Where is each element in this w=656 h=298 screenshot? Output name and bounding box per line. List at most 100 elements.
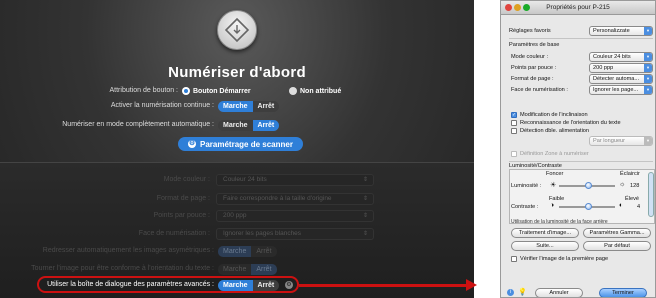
dialog-title: Propriétés pour P-215 — [546, 4, 610, 11]
favoris-label: Réglages favoris — [509, 28, 551, 34]
redresser-label: Redresser automatiquement les images asy… — [42, 247, 214, 254]
dropdown-icon: ⇕ — [362, 213, 368, 219]
mode-couleur-label: Mode couleur : — [163, 176, 210, 183]
scanfirst-settings-panel: Numériser d'abord Attribution de bouton … — [0, 0, 474, 298]
arrow-head-icon — [466, 279, 477, 291]
toggle-off[interactable]: Arrêt — [252, 120, 280, 131]
longueur-select: Par longueur ▾ — [589, 136, 653, 146]
toggle-on[interactable]: Marche — [218, 280, 253, 291]
dropdown-icon: ⇕ — [362, 231, 368, 237]
dropdown-icon: ▾ — [644, 27, 652, 35]
dropdown-icon: ▾ — [644, 64, 652, 72]
lightbulb-icon[interactable]: 💡 — [518, 288, 527, 296]
ppp-label: Points par pouce : — [153, 212, 210, 219]
window-controls — [505, 4, 530, 11]
cut-text: Utilisation de la luminosité de la face … — [511, 219, 608, 223]
scanner-settings-button[interactable]: ⚙ Paramétrage de scanner — [178, 137, 303, 151]
sun-bright-icon: ☼ — [619, 181, 626, 188]
checkbox-alimentation[interactable] — [511, 128, 517, 134]
format-label: Format de page : — [511, 76, 554, 82]
advanced-dialog-toggle[interactable]: Marche Arrêt — [218, 280, 280, 291]
toggle-off[interactable]: Arrêt — [252, 280, 280, 291]
auto-label: Numériser en mode complètement automatiq… — [62, 121, 214, 128]
info-icon[interactable]: i — [507, 289, 514, 296]
contraste-value: 4 — [637, 204, 641, 210]
redresser-toggle: Marche Arrêt — [218, 246, 277, 257]
radio-start-button[interactable]: Bouton Démarrer — [182, 85, 251, 97]
tourner-toggle: Marche Arrêt — [218, 264, 277, 275]
scrollbar[interactable] — [648, 172, 654, 217]
continuous-toggle[interactable]: Marche Arrêt — [218, 101, 280, 112]
face-label: Face de numérisation : — [138, 230, 210, 237]
par-defaut-button[interactable]: Par défaut — [583, 241, 651, 251]
face-select[interactable]: Ignorer les page... ▾ — [589, 85, 653, 95]
radio-unselected-icon — [289, 87, 297, 95]
checkbox-inclinaison[interactable] — [511, 112, 517, 118]
contraste-knob[interactable] — [585, 203, 592, 210]
contrast-low-icon: ◑ — [550, 202, 555, 209]
eleve-label: Élevé — [625, 196, 639, 202]
gear-icon: ⚙ — [188, 140, 196, 148]
ppp-select[interactable]: 200 ppp ▾ — [589, 63, 653, 73]
mode-couleur-select: Couleur 24 bits ⇕ — [216, 174, 374, 186]
attribution-label: Attribution de bouton : — [109, 87, 179, 94]
dropdown-icon: ▾ — [644, 137, 652, 145]
annuler-button[interactable]: Annuler — [535, 288, 583, 297]
luminosite-knob[interactable] — [585, 182, 592, 189]
orientation-label: Reconnaissance de l'orientation du texte — [520, 120, 621, 126]
advanced-dialog-label: Utiliser la boîte de dialogue des paramè… — [47, 281, 214, 288]
alimentation-label: Détection dble. alimentation — [520, 128, 590, 134]
ppp-select: 200 ppp ⇕ — [216, 210, 374, 222]
format-select[interactable]: Détecter automa... ▾ — [589, 74, 653, 84]
page-title: Numériser d'abord — [168, 64, 306, 81]
eclaircir-label: Éclaircir — [620, 171, 640, 177]
dropdown-icon: ⇕ — [362, 196, 368, 202]
divider — [509, 161, 653, 162]
continuous-label: Activer la numérisation continue : — [110, 102, 214, 109]
arrow-line — [299, 284, 469, 287]
checkbox-verifier[interactable] — [511, 256, 517, 262]
format-select: Faire correspondre à la taille d'origine… — [216, 193, 374, 205]
zone-label: Définition Zone à numériser — [520, 151, 589, 157]
face-select: Ignorer les pages blanches ⇕ — [216, 228, 374, 240]
mode-select[interactable]: Couleur 24 bits ▾ — [589, 52, 653, 62]
luminosite-label: Luminosité : — [511, 183, 542, 189]
gamma-button[interactable]: Paramètres Gamma... — [583, 228, 651, 238]
diamond-icon — [224, 17, 250, 43]
radio-not-assigned[interactable]: Non attribué — [289, 85, 341, 97]
contraste-label: Contraste : — [511, 204, 539, 210]
foncer-label: Foncer — [546, 171, 564, 177]
dialog-titlebar: Propriétés pour P-215 — [501, 1, 655, 15]
radio-selected-icon — [182, 87, 190, 95]
traitement-image-button[interactable]: Traitement d'image... — [511, 228, 579, 238]
suite-button[interactable]: Suite... — [511, 241, 579, 251]
minimize-icon[interactable] — [514, 4, 521, 11]
format-label: Format de page : — [156, 195, 210, 202]
close-icon[interactable] — [505, 4, 512, 11]
face-label: Face de numérisation : — [511, 87, 568, 93]
sun-dark-icon: ☀ — [550, 182, 557, 189]
properties-dialog: Propriétés pour P-215 Réglages favoris P… — [500, 0, 656, 298]
zoom-icon[interactable] — [523, 4, 530, 11]
dropdown-icon: ▾ — [644, 53, 652, 61]
dropdown-icon: ⇕ — [362, 177, 368, 183]
toggle-off[interactable]: Arrêt — [252, 101, 280, 112]
gear-icon[interactable]: ⚙ — [285, 281, 293, 289]
luminosite-value: 128 — [630, 183, 640, 189]
mode-label: Mode couleur : — [511, 54, 549, 60]
verifier-label: Vérifier l'image de la première page — [520, 256, 609, 262]
inclinaison-label: Modification de l'inclinaison — [520, 112, 588, 118]
toggle-on[interactable]: Marche — [218, 120, 253, 131]
tourner-label: Tourner l'image pour être conforme à l'o… — [31, 265, 214, 272]
contrast-high-icon: ◐ — [619, 202, 624, 209]
base-header: Paramètres de base — [509, 42, 560, 48]
toggle-on[interactable]: Marche — [218, 101, 253, 112]
scan-app-logo — [217, 10, 257, 50]
screenshot-stage: Numériser d'abord Attribution de bouton … — [0, 0, 656, 298]
dropdown-icon: ▾ — [644, 75, 652, 83]
favoris-select[interactable]: Personalizzate ▾ — [589, 26, 653, 36]
auto-toggle[interactable]: Marche Arrêt — [218, 120, 280, 131]
checkbox-orientation[interactable] — [511, 120, 517, 126]
dropdown-icon: ▾ — [644, 86, 652, 94]
terminer-button[interactable]: Terminer — [599, 288, 647, 297]
